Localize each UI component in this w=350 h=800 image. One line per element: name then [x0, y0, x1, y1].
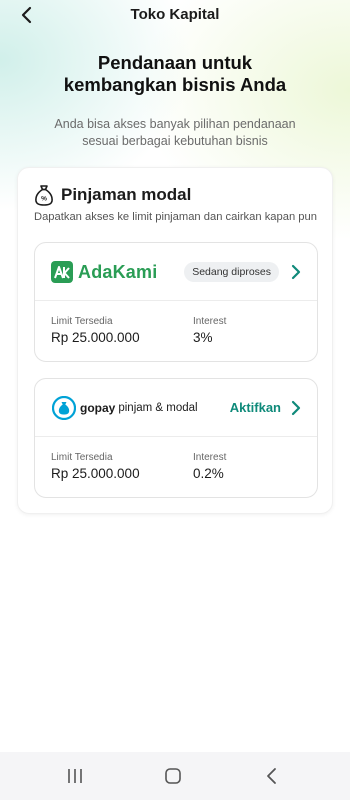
app-bar: Toko Kapital	[0, 0, 350, 30]
hero: Pendanaan untuk kembangkan bisnis Anda A…	[0, 52, 350, 149]
interest-value: 0.2%	[193, 466, 224, 481]
recent-apps-icon	[68, 769, 82, 783]
lender-card-header: gopay pinjam & modal Aktifkan	[35, 379, 317, 436]
chevron-right-icon	[291, 264, 301, 280]
gopay-name-suffix: pinjam & modal	[118, 402, 198, 414]
system-back-button[interactable]	[262, 766, 282, 786]
recent-apps-button[interactable]	[65, 766, 85, 786]
back-arrow-icon	[267, 768, 276, 784]
system-nav-bar	[0, 752, 350, 800]
hero-subtitle: Anda bisa akses banyak pilihan pendanaan…	[54, 117, 296, 148]
status-badge: Sedang diproses	[184, 262, 279, 282]
home-button[interactable]	[163, 766, 183, 786]
section-header: % Pinjaman modal	[34, 184, 191, 206]
adakami-mark-icon	[54, 266, 70, 279]
lender-card-header: AdaKami Sedang diproses	[35, 243, 317, 300]
divider	[35, 436, 317, 437]
lender-card-adakami[interactable]: AdaKami Sedang diproses Limit Tersedia R…	[34, 242, 318, 362]
section-title: Pinjaman modal	[61, 185, 192, 204]
section-subtitle: Dapatkan akses ke limit pinjaman dan cai…	[34, 211, 317, 223]
divider	[35, 300, 317, 301]
adakami-open-button[interactable]	[287, 263, 305, 281]
limit-field: Limit Tersedia Rp 25.000.000	[51, 452, 140, 481]
interest-value: 3%	[193, 330, 213, 345]
adakami-logo-mark	[51, 261, 73, 283]
interest-field: Interest 3%	[193, 316, 226, 345]
gopay-name: gopay	[80, 401, 116, 415]
limit-value: Rp 25.000.000	[51, 466, 140, 481]
limit-label: Limit Tersedia	[51, 316, 113, 327]
loan-section-card: % Pinjaman modal Dapatkan akses ke limit…	[17, 167, 333, 514]
home-icon	[165, 768, 181, 784]
hero-title: Pendanaan untuk kembangkan bisnis Anda	[63, 52, 287, 95]
interest-field: Interest 0.2%	[193, 452, 226, 481]
adakami-name: AdaKami	[78, 261, 158, 282]
limit-field: Limit Tersedia Rp 25.000.000	[51, 316, 140, 345]
interest-label: Interest	[193, 452, 227, 463]
gopay-logo: gopay pinjam & modal	[52, 396, 198, 420]
page-title: Toko Kapital	[130, 6, 220, 23]
svg-text:%: %	[41, 196, 47, 203]
gopay-open-button[interactable]	[287, 399, 305, 417]
adakami-logo: AdaKami	[51, 261, 157, 283]
limit-value: Rp 25.000.000	[51, 330, 140, 345]
interest-label: Interest	[193, 316, 227, 327]
activate-link[interactable]: Aktifkan	[230, 400, 281, 415]
limit-label: Limit Tersedia	[51, 452, 113, 463]
chevron-right-icon	[291, 400, 301, 416]
lender-card-gopay[interactable]: gopay pinjam & modal Aktifkan Limit Ters…	[34, 378, 318, 498]
money-bag-icon: %	[35, 185, 53, 206]
gopay-pinjam-logo-icon	[52, 396, 76, 420]
